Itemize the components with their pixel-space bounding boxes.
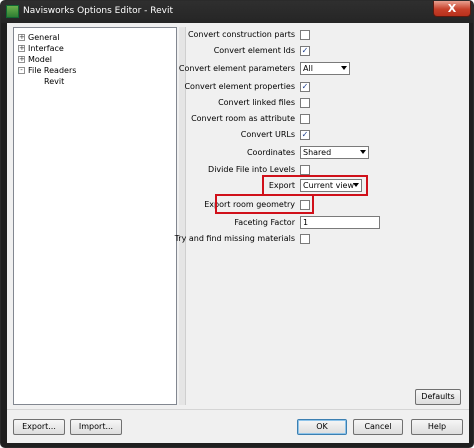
export-highlight-box bbox=[262, 175, 368, 196]
dropdown-arrow-icon bbox=[341, 66, 347, 70]
convert-room-as-attribute-label: Convert room as attribute bbox=[191, 114, 295, 123]
options-editor-window: Navisworks Options Editor - Revit X + Ge… bbox=[0, 0, 474, 448]
help-button[interactable]: Help bbox=[411, 419, 463, 435]
tree-item-label: General bbox=[28, 33, 60, 42]
tree-item-label: Model bbox=[28, 55, 53, 64]
collapse-icon[interactable]: - bbox=[18, 67, 25, 74]
export-settings-button[interactable]: Export... bbox=[13, 419, 65, 435]
export-room-geometry-highlight-box bbox=[215, 194, 314, 214]
dialog-body: + General + Interface + Model - File Rea… bbox=[7, 23, 469, 443]
coordinates-dropdown[interactable]: Shared bbox=[300, 146, 369, 159]
convert-element-properties-checkbox[interactable]: ✓ bbox=[300, 82, 310, 92]
convert-room-as-attribute-checkbox[interactable] bbox=[300, 114, 310, 124]
defaults-button[interactable]: Defaults bbox=[415, 389, 461, 405]
title-bar[interactable]: Navisworks Options Editor - Revit X bbox=[1, 1, 473, 23]
cancel-button[interactable]: Cancel bbox=[353, 419, 403, 435]
import-settings-button[interactable]: Import... bbox=[70, 419, 122, 435]
dropdown-value: All bbox=[303, 64, 313, 73]
dropdown-arrow-icon bbox=[360, 150, 366, 154]
button-row-separator bbox=[7, 409, 469, 410]
coordinates-label: Coordinates bbox=[246, 148, 295, 157]
expand-icon[interactable]: + bbox=[18, 45, 25, 52]
window-title: Navisworks Options Editor - Revit bbox=[23, 6, 174, 16]
convert-urls-label: Convert URLs bbox=[240, 130, 295, 139]
convert-element-parameters-label: Convert element parameters bbox=[178, 64, 295, 73]
try-find-missing-materials-label: Try and find missing materials bbox=[174, 234, 295, 243]
faceting-factor-label: Faceting Factor bbox=[234, 218, 295, 227]
convert-linked-files-checkbox[interactable] bbox=[300, 98, 310, 108]
ok-button[interactable]: OK bbox=[297, 419, 347, 435]
faceting-factor-input[interactable]: 1 bbox=[300, 216, 380, 229]
dropdown-value: Shared bbox=[303, 148, 332, 157]
tree-item-label: File Readers bbox=[28, 66, 77, 75]
expand-icon[interactable]: + bbox=[18, 34, 25, 41]
convert-element-parameters-dropdown[interactable]: All bbox=[300, 62, 350, 75]
convert-element-ids-checkbox[interactable]: ✓ bbox=[300, 46, 310, 56]
convert-construction-parts-label: Convert construction parts bbox=[187, 30, 295, 39]
options-tree[interactable]: + General + Interface + Model - File Rea… bbox=[13, 27, 177, 405]
convert-construction-parts-checkbox[interactable] bbox=[300, 30, 310, 40]
try-find-missing-materials-checkbox[interactable] bbox=[300, 234, 310, 244]
divide-file-into-levels-label: Divide File into Levels bbox=[208, 165, 295, 174]
convert-element-ids-label: Convert element Ids bbox=[213, 46, 295, 55]
convert-linked-files-label: Convert linked files bbox=[218, 98, 295, 107]
expand-icon[interactable]: + bbox=[18, 56, 25, 63]
convert-element-properties-label: Convert element properties bbox=[184, 82, 295, 91]
close-button[interactable]: X bbox=[433, 1, 471, 17]
tree-item-revit[interactable]: Revit bbox=[44, 76, 64, 87]
tree-item-label: Revit bbox=[44, 77, 65, 86]
convert-urls-checkbox[interactable]: ✓ bbox=[300, 130, 310, 140]
tree-item-label: Interface bbox=[28, 44, 64, 53]
divide-file-into-levels-checkbox[interactable] bbox=[300, 165, 310, 175]
revit-options-panel: Convert construction parts Convert eleme… bbox=[175, 27, 463, 405]
navisworks-app-icon bbox=[6, 5, 19, 18]
